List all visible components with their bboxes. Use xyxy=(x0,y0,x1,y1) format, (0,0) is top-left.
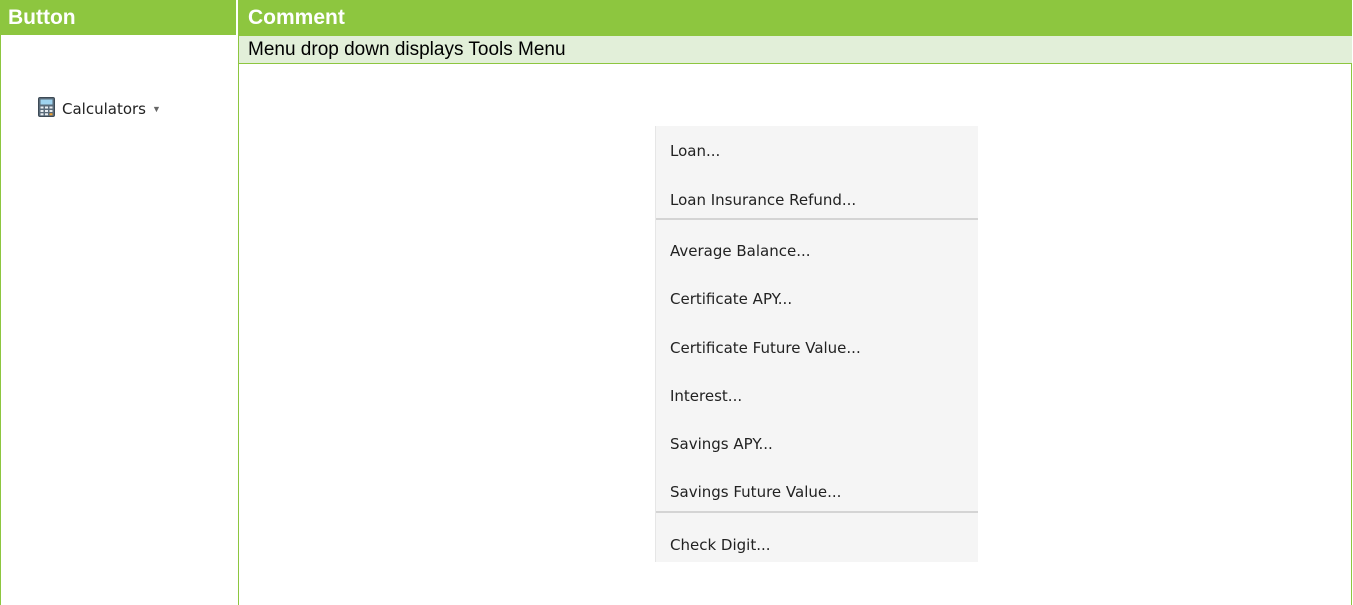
table-column-divider xyxy=(238,35,239,605)
menu-item-interest[interactable]: Interest... xyxy=(656,379,978,413)
header-divider xyxy=(236,0,238,35)
header-comment: Comment xyxy=(248,6,345,29)
menu-item-check-digit[interactable]: Check Digit... xyxy=(656,528,978,562)
table-header-row: Button Comment xyxy=(0,0,1352,35)
tools-dropdown-menu: Loan... Loan Insurance Refund... Average… xyxy=(655,126,978,562)
menu-item-savings-future-value[interactable]: Savings Future Value... xyxy=(656,475,978,509)
table-border-right xyxy=(1351,35,1352,605)
header-button: Button xyxy=(8,6,76,29)
calculator-icon xyxy=(38,96,62,122)
menu-item-loan[interactable]: Loan... xyxy=(656,134,978,168)
calculators-button[interactable]: Calculators ▼ xyxy=(38,96,161,122)
chevron-down-icon: ▼ xyxy=(152,104,161,114)
menu-separator xyxy=(656,218,978,220)
table-border-left xyxy=(0,35,1,605)
menu-item-average-balance[interactable]: Average Balance... xyxy=(656,234,978,268)
button-comment-table: Button Comment Menu drop down displays T… xyxy=(0,0,1352,605)
menu-separator xyxy=(656,511,978,513)
menu-item-certificate-future-value[interactable]: Certificate Future Value... xyxy=(656,331,978,365)
menu-item-certificate-apy[interactable]: Certificate APY... xyxy=(656,282,978,316)
calculators-label: Calculators xyxy=(62,100,146,118)
menu-item-loan-insurance-refund[interactable]: Loan Insurance Refund... xyxy=(656,183,978,217)
comment-subheading-row: Menu drop down displays Tools Menu xyxy=(239,35,1352,64)
comment-subheading: Menu drop down displays Tools Menu xyxy=(248,39,566,60)
menu-item-savings-apy[interactable]: Savings APY... xyxy=(656,427,978,461)
